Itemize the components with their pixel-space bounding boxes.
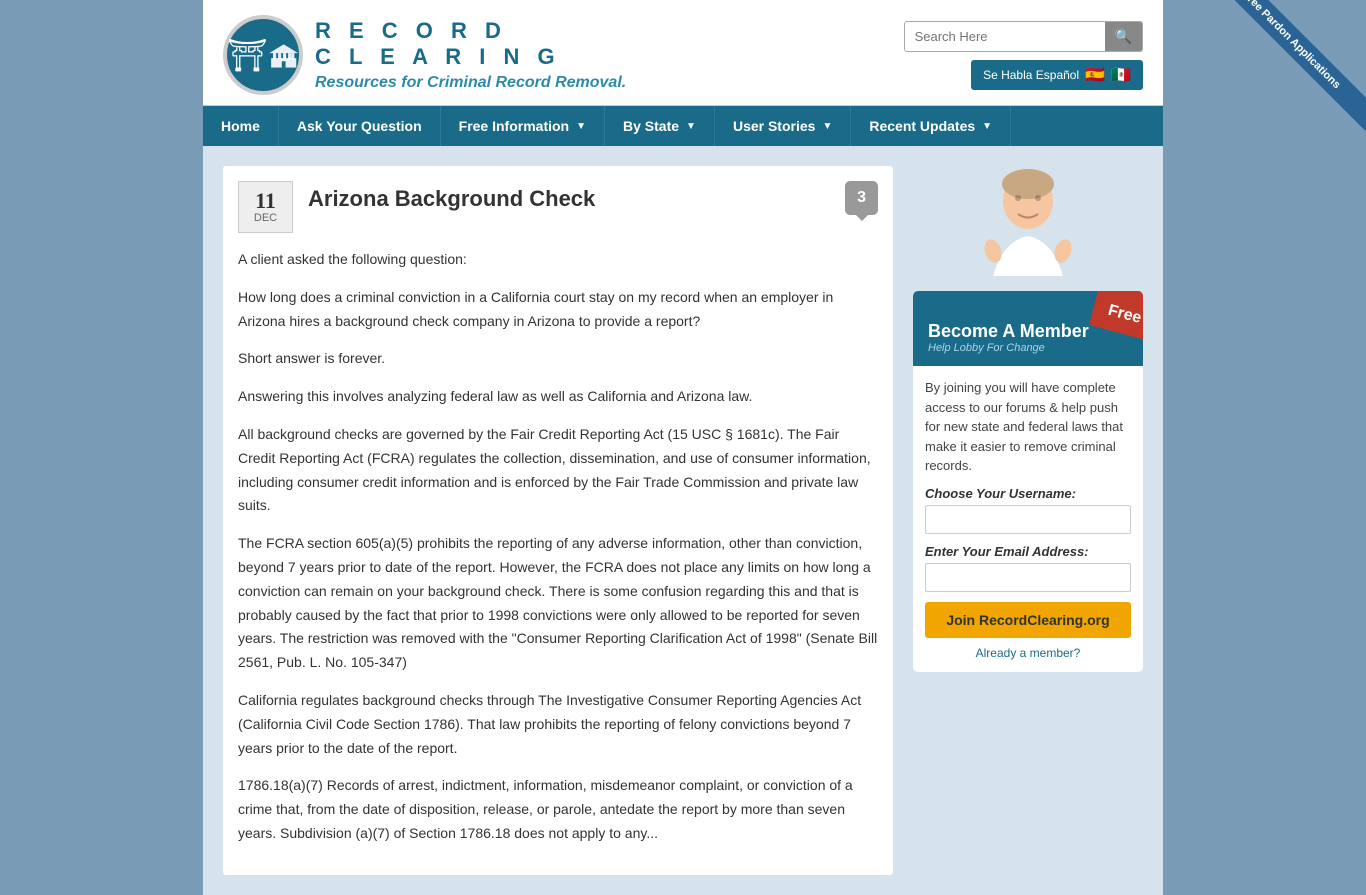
comment-count-badge[interactable]: 3 xyxy=(845,181,878,215)
content-area: 11 DEC Arizona Background Check 3 A clie… xyxy=(203,146,1163,895)
article-paragraph-1: A client asked the following question: xyxy=(238,248,878,272)
mexico-flag-icon: 🇲🇽 xyxy=(1111,65,1131,85)
member-description: By joining you will have complete access… xyxy=(925,378,1131,476)
search-button[interactable]: 🔍 xyxy=(1105,22,1142,51)
logo-text-area: R E C O R D C L E A R I N G Resources fo… xyxy=(315,18,626,93)
site-header: R E C O R D C L E A R I N G Resources fo… xyxy=(203,0,1163,106)
member-body: By joining you will have complete access… xyxy=(913,366,1143,672)
search-box: 🔍 xyxy=(904,21,1143,52)
building-icon xyxy=(268,30,299,80)
join-button[interactable]: Join RecordClearing.org xyxy=(925,602,1131,638)
recent-updates-caret-icon: ▼ xyxy=(982,121,992,132)
nav-user-stories[interactable]: User Stories ▼ xyxy=(715,106,851,146)
member-subtitle: Help Lobby For Change xyxy=(928,342,1128,354)
date-box: 11 DEC xyxy=(238,181,293,233)
nav-free-information[interactable]: Free Information ▼ xyxy=(441,106,605,146)
member-header: Become A Member Help Lobby For Change Fr… xyxy=(913,291,1143,366)
logo-icon xyxy=(223,15,303,95)
sidebar: Become A Member Help Lobby For Change Fr… xyxy=(913,166,1143,875)
person-illustration xyxy=(948,166,1108,296)
article-paragraph-3: Short answer is forever. xyxy=(238,347,878,371)
search-input[interactable] xyxy=(905,23,1105,50)
corner-ribbon[interactable]: Free Pardon Applications xyxy=(1206,0,1366,160)
date-day: 11 xyxy=(251,190,280,212)
article-header: 11 DEC Arizona Background Check 3 xyxy=(223,166,893,233)
language-label: Se Habla Español xyxy=(983,68,1079,82)
date-month: DEC xyxy=(251,212,280,224)
logo-area: R E C O R D C L E A R I N G Resources fo… xyxy=(223,15,626,95)
article-paragraph-7: California regulates background checks t… xyxy=(238,689,878,760)
already-member-link[interactable]: Already a member? xyxy=(925,646,1131,660)
article-body: A client asked the following question: H… xyxy=(223,233,893,875)
email-input[interactable] xyxy=(925,563,1131,592)
ribbon-text: Free Pardon Applications xyxy=(1206,0,1366,131)
article-title: Arizona Background Check xyxy=(308,181,830,212)
language-bar: Se Habla Español 🇪🇸 🇲🇽 xyxy=(971,60,1143,90)
member-box: Become A Member Help Lobby For Change Fr… xyxy=(913,291,1143,672)
person-image xyxy=(913,166,1143,301)
nav-home[interactable]: Home xyxy=(203,106,279,146)
logo-tagline: Resources for Criminal Record Removal. xyxy=(315,74,626,92)
article-paragraph-6: The FCRA section 605(a)(5) prohibits the… xyxy=(238,532,878,675)
article-paragraph-5: All background checks are governed by th… xyxy=(238,423,878,518)
article-paragraph-2: How long does a criminal conviction in a… xyxy=(238,286,878,334)
page-wrapper: R E C O R D C L E A R I N G Resources fo… xyxy=(203,0,1163,895)
nav-by-state[interactable]: By State ▼ xyxy=(605,106,715,146)
nav-ask-question[interactable]: Ask Your Question xyxy=(279,106,441,146)
header-right: 🔍 Se Habla Español 🇪🇸 🇲🇽 xyxy=(904,21,1143,90)
email-label: Enter Your Email Address: xyxy=(925,544,1131,559)
free-info-caret-icon: ▼ xyxy=(576,121,586,132)
username-label: Choose Your Username: xyxy=(925,486,1131,501)
main-article: 11 DEC Arizona Background Check 3 A clie… xyxy=(223,166,893,875)
nav-recent-updates[interactable]: Recent Updates ▼ xyxy=(851,106,1011,146)
username-input[interactable] xyxy=(925,505,1131,534)
user-stories-caret-icon: ▼ xyxy=(822,121,832,132)
navigation-bar: Home Ask Your Question Free Information … xyxy=(203,106,1163,146)
logo-name: R E C O R D C L E A R I N G xyxy=(315,18,626,71)
article-paragraph-8: 1786.18(a)(7) Records of arrest, indictm… xyxy=(238,774,878,845)
article-paragraph-4: Answering this involves analyzing federa… xyxy=(238,385,878,409)
spain-flag-icon: 🇪🇸 xyxy=(1085,65,1105,85)
by-state-caret-icon: ▼ xyxy=(686,121,696,132)
